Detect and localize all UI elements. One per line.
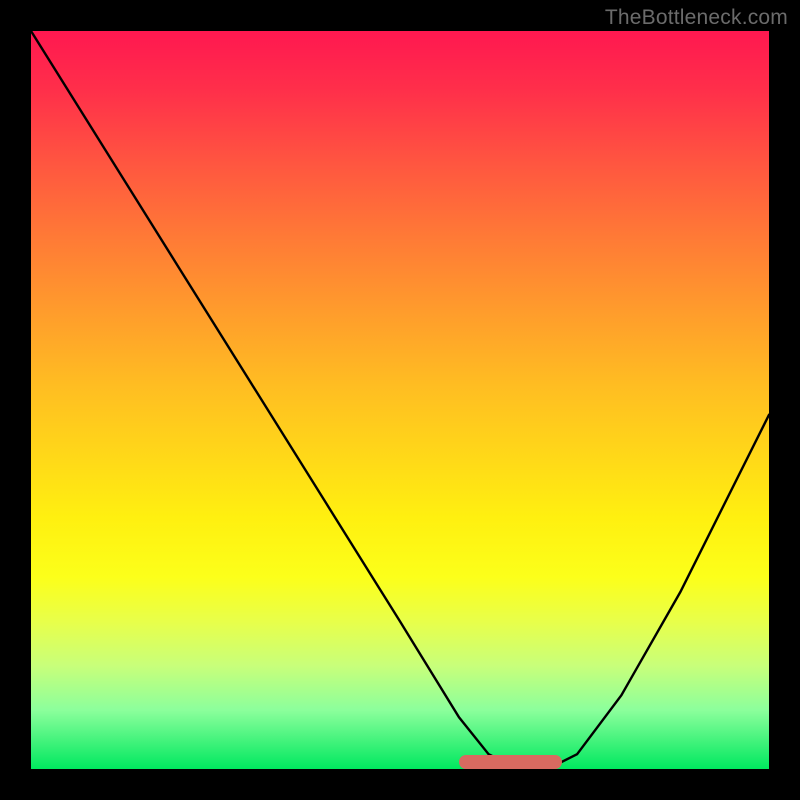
chart-svg: [31, 31, 769, 769]
optimal-range-marker: [459, 755, 562, 769]
plot-area: [31, 31, 769, 769]
bottleneck-curve-path: [31, 31, 769, 769]
watermark-text: TheBottleneck.com: [605, 6, 788, 30]
